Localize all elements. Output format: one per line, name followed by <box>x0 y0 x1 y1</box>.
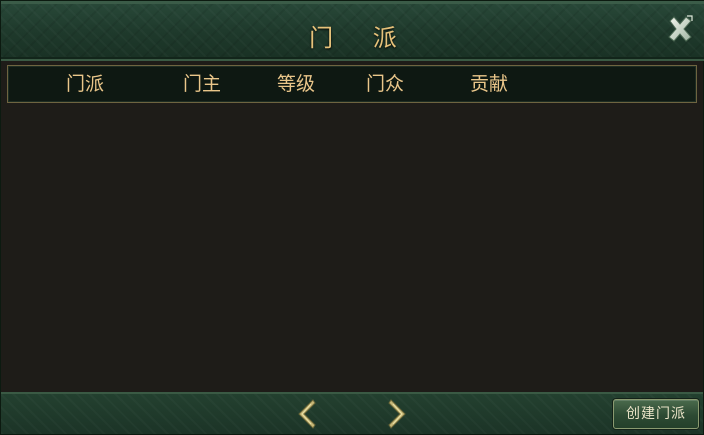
footer-bar: 创建门派 <box>1 392 703 434</box>
create-sect-button[interactable]: 创建门派 <box>613 399 699 429</box>
column-header-sect[interactable]: 门派 <box>66 66 104 102</box>
close-icon[interactable] <box>665 14 695 44</box>
sect-list <box>7 105 697 391</box>
arrow-right-icon[interactable] <box>383 398 411 430</box>
arrow-left-icon[interactable] <box>293 398 321 430</box>
column-header-members[interactable]: 门众 <box>366 66 404 102</box>
title-bar: 门 派 <box>1 1 704 61</box>
column-header-contribution[interactable]: 贡献 <box>470 66 508 102</box>
table-header: 门派 门主 等级 门众 贡献 <box>7 65 697 103</box>
window-title: 门 派 <box>309 24 413 52</box>
sect-window: 门 派 门派 门主 等级 门众 贡献 创建门派 <box>0 0 704 435</box>
column-header-level[interactable]: 等级 <box>277 66 315 102</box>
column-header-leader[interactable]: 门主 <box>183 66 221 102</box>
